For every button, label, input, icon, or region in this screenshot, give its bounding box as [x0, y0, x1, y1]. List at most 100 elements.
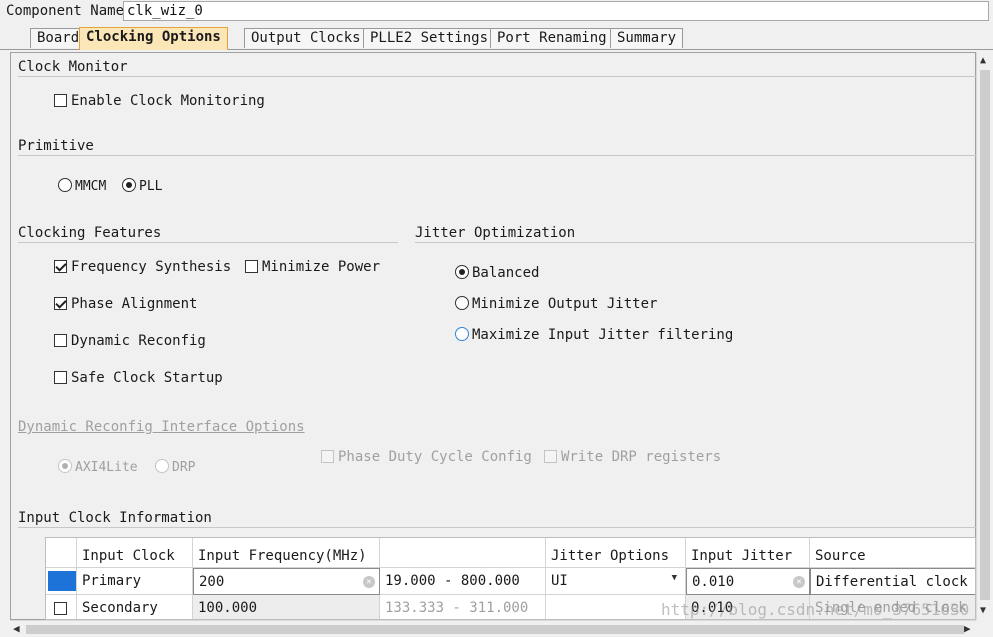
- mmcm-radio-circle[interactable]: [58, 178, 72, 192]
- horizontal-scroll-thumb[interactable]: [26, 625, 964, 634]
- primary-jitter-options-value: UI: [551, 573, 568, 589]
- tab-clocking-options[interactable]: Clocking Options: [79, 27, 228, 50]
- dynamic-reconfig-label: Dynamic Reconfig: [71, 333, 206, 349]
- secondary-input-jitter-input[interactable]: 0.010: [686, 595, 810, 619]
- axi4lite-radio[interactable]: AXI4Lite: [58, 459, 138, 475]
- minimize-power-label: Minimize Power: [262, 259, 381, 275]
- phase-alignment-label: Phase Alignment: [71, 296, 198, 312]
- balanced-label: Balanced: [472, 265, 540, 281]
- drp-radio-circle[interactable]: [155, 459, 169, 473]
- table-header-jitter-options: Jitter Options: [546, 538, 686, 568]
- minimize-power-box[interactable]: [245, 260, 258, 273]
- primary-input-jitter-input[interactable]: 0.010 ✕: [686, 568, 810, 595]
- write-drp-registers-checkbox[interactable]: Write DRP registers: [544, 449, 721, 465]
- horizontal-scrollbar[interactable]: ◀ ▶: [10, 620, 976, 637]
- component-name-input[interactable]: [123, 1, 989, 21]
- jitter-minimize-output-radio[interactable]: Minimize Output Jitter: [455, 296, 657, 312]
- section-jitter-optimization: Jitter Optimization: [415, 225, 976, 243]
- table-header-range: [380, 538, 546, 568]
- table-header-input-frequency: Input Frequency(MHz): [193, 538, 380, 568]
- phase-duty-cycle-box[interactable]: [321, 450, 334, 463]
- safe-clock-startup-label: Safe Clock Startup: [71, 370, 223, 386]
- secondary-enable-checkbox[interactable]: [46, 595, 77, 619]
- row-selected-indicator: [48, 571, 76, 591]
- enable-clock-monitoring-checkbox[interactable]: Enable Clock Monitoring: [54, 93, 265, 109]
- dynamic-reconfig-checkbox[interactable]: Dynamic Reconfig: [54, 333, 206, 349]
- primitive-mmcm-radio[interactable]: MMCM: [58, 178, 106, 194]
- secondary-clock-name: Secondary: [77, 595, 193, 619]
- tab-board[interactable]: Board: [30, 28, 87, 48]
- secondary-frequency-range: 133.333 - 311.000: [380, 595, 546, 619]
- tab-summary[interactable]: Summary: [610, 28, 684, 48]
- write-drp-registers-label: Write DRP registers: [561, 449, 722, 465]
- scroll-up-icon[interactable]: ▲: [980, 55, 986, 66]
- minimize-output-jitter-label: Minimize Output Jitter: [472, 296, 658, 312]
- scroll-left-icon[interactable]: ◀: [13, 622, 20, 635]
- clocking-features-title: Clocking Features: [18, 225, 162, 241]
- frequency-synthesis-checkbox[interactable]: Frequency Synthesis: [54, 259, 231, 275]
- drp-label: DRP: [172, 460, 196, 475]
- primitive-pll-radio[interactable]: PLL: [122, 178, 162, 194]
- secondary-jitter-options: [546, 595, 686, 619]
- minimize-power-checkbox[interactable]: Minimize Power: [245, 259, 380, 275]
- safe-clock-startup-box[interactable]: [54, 371, 67, 384]
- safe-clock-startup-checkbox[interactable]: Safe Clock Startup: [54, 370, 223, 386]
- primary-clock-name: Primary: [77, 568, 193, 595]
- section-input-clock-information: Input Clock Information: [18, 510, 976, 528]
- maximize-input-jitter-radio-circle[interactable]: [455, 327, 469, 341]
- primary-input-jitter-value: 0.010: [692, 574, 735, 590]
- secondary-source-select[interactable]: Single ended clock capable pin: [810, 595, 975, 619]
- minimize-output-jitter-radio-circle[interactable]: [455, 296, 469, 310]
- secondary-enable-box[interactable]: [54, 602, 67, 615]
- phase-duty-cycle-checkbox[interactable]: Phase Duty Cycle Config: [321, 449, 532, 465]
- scroll-right-icon[interactable]: ▶: [964, 622, 971, 635]
- phase-alignment-box[interactable]: [54, 297, 67, 310]
- dynamic-reconfig-box[interactable]: [54, 334, 67, 347]
- section-drp-options: Dynamic Reconfig Interface Options: [18, 419, 305, 436]
- drp-radio[interactable]: DRP: [155, 459, 195, 475]
- tab-plle2-settings[interactable]: PLLE2 Settings: [363, 28, 496, 48]
- clear-icon[interactable]: ✕: [363, 576, 375, 588]
- primary-source-select[interactable]: Differential clock capable pin: [810, 568, 975, 595]
- primary-jitter-options-select[interactable]: UI ▼: [546, 568, 686, 595]
- section-primitive: Primitive: [18, 138, 976, 156]
- table-header-input-clock: Input Clock: [77, 538, 193, 568]
- table-header-input-jitter: Input Jitter: [686, 538, 810, 568]
- maximize-input-jitter-label: Maximize Input Jitter filtering: [472, 327, 734, 343]
- enable-clock-monitoring-label: Enable Clock Monitoring: [71, 93, 265, 109]
- tab-output-clocks[interactable]: Output Clocks: [244, 28, 368, 48]
- table-row-select-primary[interactable]: [46, 568, 77, 595]
- enable-clock-monitoring-box[interactable]: [54, 94, 67, 107]
- input-clock-info-title: Input Clock Information: [18, 510, 212, 526]
- jitter-optimization-title: Jitter Optimization: [415, 225, 576, 241]
- primary-frequency-input[interactable]: 200 ✕: [193, 568, 380, 595]
- primary-frequency-value: 200: [199, 574, 225, 590]
- pll-radio-circle[interactable]: [122, 178, 136, 192]
- jitter-maximize-input-radio[interactable]: Maximize Input Jitter filtering: [455, 327, 733, 343]
- scroll-down-icon[interactable]: ▼: [980, 605, 986, 616]
- mmcm-label: MMCM: [75, 179, 107, 194]
- phase-duty-cycle-label: Phase Duty Cycle Config: [338, 449, 532, 465]
- axi4lite-radio-circle[interactable]: [58, 459, 72, 473]
- phase-alignment-checkbox[interactable]: Phase Alignment: [54, 296, 197, 312]
- axi4lite-label: AXI4Lite: [75, 460, 138, 475]
- secondary-frequency-input[interactable]: 100.000: [193, 595, 380, 619]
- dropdown-arrow-icon[interactable]: ▼: [672, 573, 677, 583]
- section-clock-monitor: Clock Monitor: [18, 59, 976, 77]
- component-name-label: Component Name: [6, 3, 125, 19]
- frequency-synthesis-label: Frequency Synthesis: [71, 259, 232, 275]
- pll-label: PLL: [139, 179, 163, 194]
- write-drp-registers-box[interactable]: [544, 450, 557, 463]
- tab-port-renaming[interactable]: Port Renaming: [490, 28, 614, 48]
- drp-options-title: Dynamic Reconfig Interface Options: [18, 419, 305, 435]
- vertical-scroll-thumb[interactable]: [980, 70, 990, 600]
- balanced-radio-circle[interactable]: [455, 265, 469, 279]
- primitive-title: Primitive: [18, 138, 94, 154]
- clear-icon[interactable]: ✕: [793, 576, 805, 588]
- table-header-select: [46, 538, 77, 568]
- input-clock-table: Input Clock Input Frequency(MHz) Jitter …: [45, 537, 976, 620]
- jitter-balanced-radio[interactable]: Balanced: [455, 265, 539, 281]
- vertical-scrollbar[interactable]: ▲ ▼: [976, 52, 993, 620]
- frequency-synthesis-box[interactable]: [54, 260, 67, 273]
- section-clocking-features: Clocking Features: [18, 225, 398, 243]
